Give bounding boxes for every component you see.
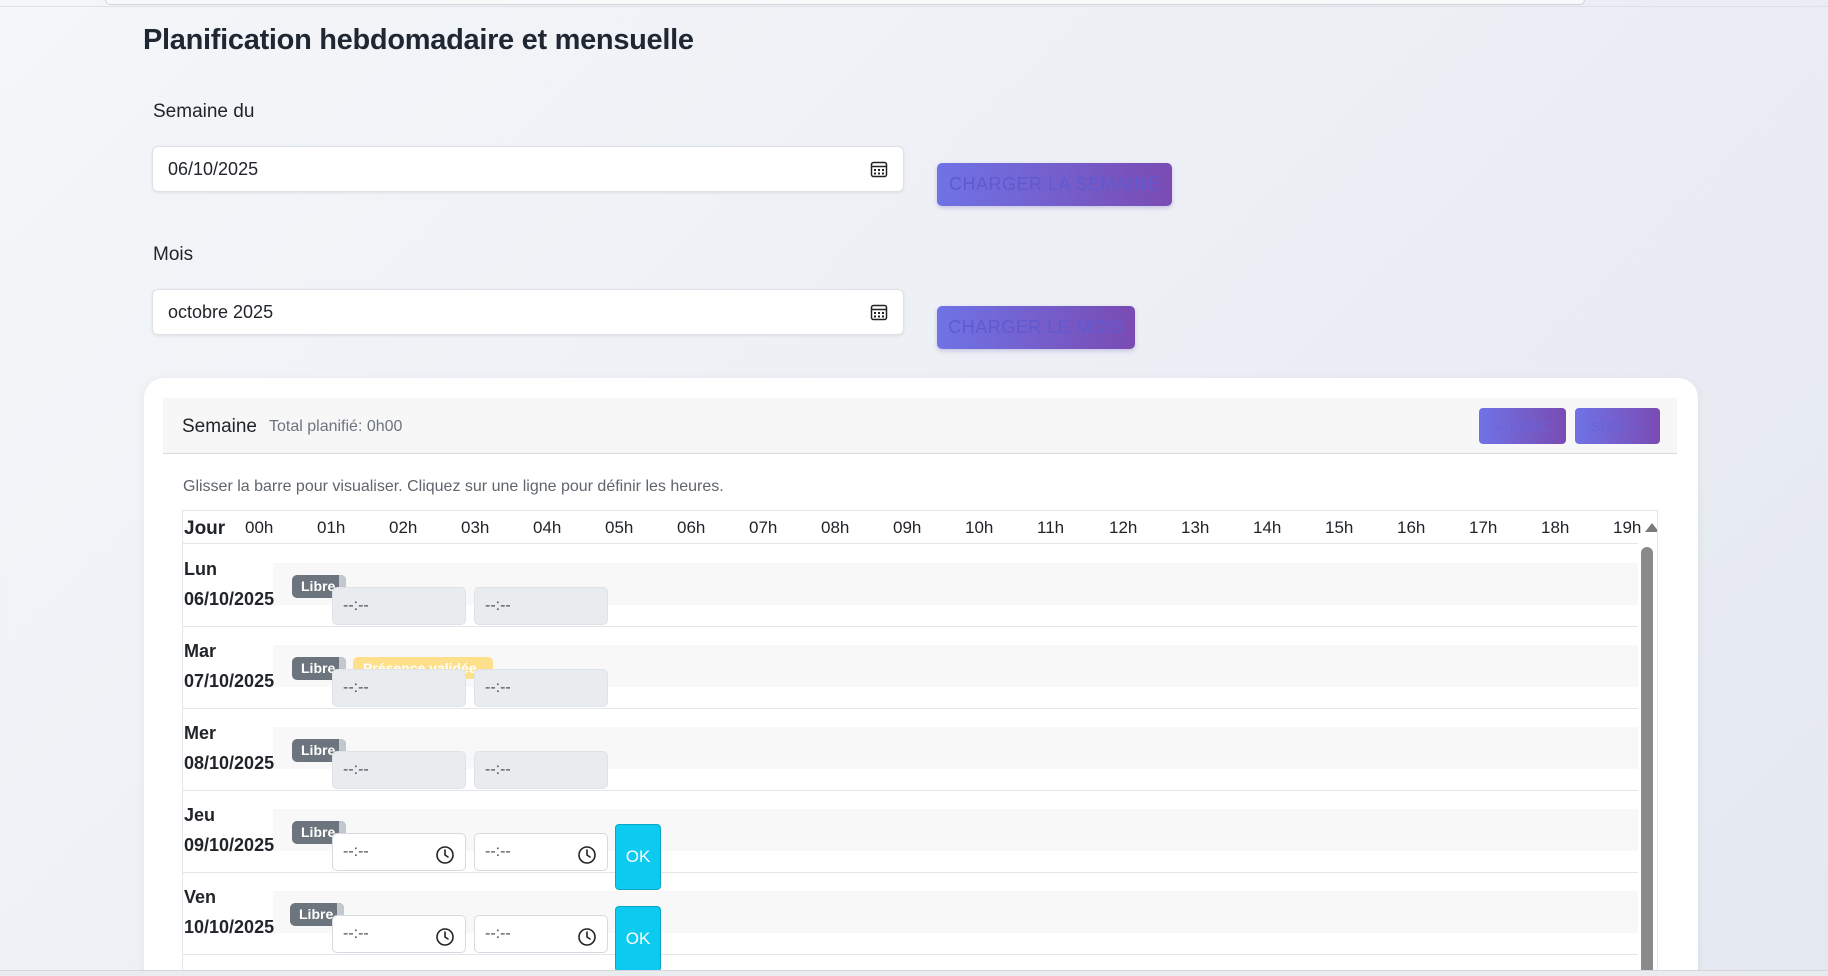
hour-label: 14h bbox=[1253, 518, 1282, 537]
end-time-input[interactable]: --:-- bbox=[474, 833, 608, 871]
end-time-input[interactable]: --:-- bbox=[474, 915, 608, 953]
day-row[interactable]: Lun 06/10/2025 Libre --:-- --:-- bbox=[183, 545, 1638, 627]
day-name: Mer bbox=[184, 723, 217, 743]
day-date: 10/10/2025 bbox=[184, 917, 275, 937]
end-time-input[interactable]: --:-- bbox=[474, 587, 608, 625]
hour-label: 17h bbox=[1469, 518, 1498, 537]
end-time-input[interactable]: --:-- bbox=[474, 669, 608, 707]
hour-label: 11h bbox=[1037, 518, 1065, 537]
timeline-hint: Glisser la barre pour visualiser. Clique… bbox=[183, 478, 724, 495]
day-row[interactable]: Mar 07/10/2025 Libre Présence validée --:-- -… bbox=[183, 627, 1638, 709]
end-time-value: --:-- bbox=[485, 679, 511, 696]
start-time-input[interactable]: --:-- bbox=[332, 751, 466, 789]
hour-label: 13h bbox=[1181, 518, 1210, 537]
hour-label: 05h bbox=[605, 518, 634, 537]
end-time-value: --:-- bbox=[485, 597, 511, 614]
day-date: 09/10/2025 bbox=[184, 835, 275, 855]
week-date-value: 06/10/2025 bbox=[168, 158, 259, 179]
week-date-input[interactable]: 06/10/2025 bbox=[152, 146, 904, 192]
timeline-header: Jour 00h 01h 02h 03h 04h 05h 06h 07h 08h 09h 10h 11… bbox=[183, 511, 1642, 544]
start-time-value: --:-- bbox=[343, 843, 369, 860]
load-month-button[interactable]: CHARGER LE MOIS bbox=[937, 306, 1135, 349]
week-label: Semaine du bbox=[153, 101, 255, 122]
hour-label: 03h bbox=[461, 518, 490, 537]
clock-icon[interactable] bbox=[435, 843, 455, 864]
day-date: 08/10/2025 bbox=[184, 753, 275, 773]
month-label: Mois bbox=[153, 244, 194, 265]
day-date: 06/10/2025 bbox=[184, 589, 275, 609]
hour-label: 00h bbox=[245, 518, 274, 537]
page-title: Planification hebdomadaire et mensuelle bbox=[143, 24, 694, 56]
start-time-value: --:-- bbox=[343, 597, 369, 614]
next-week-button[interactable]: SUIV. → bbox=[1575, 408, 1660, 444]
day-name: Jeu bbox=[184, 805, 216, 825]
clock-icon[interactable] bbox=[435, 925, 455, 946]
week-card-title: Semaine bbox=[182, 416, 257, 437]
end-time-input[interactable]: --:-- bbox=[474, 751, 608, 789]
clock-icon[interactable] bbox=[577, 925, 597, 946]
start-time-value: --:-- bbox=[343, 925, 369, 942]
week-timeline[interactable]: Jour 00h 01h 02h 03h 04h 05h 06h 07h 08h 09h 10h 11… bbox=[182, 510, 1658, 976]
day-row[interactable]: Mer 08/10/2025 Libre --:-- --:-- bbox=[183, 709, 1638, 791]
load-week-button[interactable]: CHARGER LA SEMAINE bbox=[937, 163, 1172, 206]
day-name: Lun bbox=[184, 559, 217, 579]
start-time-input[interactable]: --:-- bbox=[332, 587, 466, 625]
hour-label: 06h bbox=[677, 518, 706, 537]
prev-week-button[interactable]: ← PRÉC. bbox=[1479, 408, 1566, 444]
start-time-input[interactable]: --:-- bbox=[332, 833, 466, 871]
hour-label: 12h bbox=[1109, 518, 1138, 537]
day-name: Mar bbox=[184, 641, 217, 661]
week-card-header: Semaine Total planifié: 0h00 ← PRÉC. SUI… bbox=[163, 398, 1677, 454]
hour-label: 08h bbox=[821, 518, 850, 537]
bottom-divider bbox=[0, 970, 1828, 976]
hour-label: 19h bbox=[1613, 518, 1642, 537]
hour-label: 16h bbox=[1397, 518, 1426, 537]
hour-label: 01h bbox=[317, 518, 346, 537]
start-time-value: --:-- bbox=[343, 679, 369, 696]
hour-label: 10h bbox=[965, 518, 994, 537]
hour-label: 07h bbox=[749, 518, 778, 537]
hour-label: 09h bbox=[893, 518, 922, 537]
scrollbar-thumb[interactable] bbox=[1641, 547, 1653, 975]
day-date: 07/10/2025 bbox=[184, 671, 275, 691]
start-time-value: --:-- bbox=[343, 761, 369, 778]
end-time-value: --:-- bbox=[485, 843, 511, 860]
browser-top-strip bbox=[105, 0, 1585, 5]
hour-label: 04h bbox=[533, 518, 562, 537]
hour-label: 02h bbox=[389, 518, 418, 537]
end-time-value: --:-- bbox=[485, 761, 511, 778]
month-value: octobre 2025 bbox=[168, 301, 274, 322]
week-total: Total planifié: 0h00 bbox=[269, 418, 403, 435]
day-column-header: Jour bbox=[184, 518, 226, 539]
hour-label: 15h bbox=[1325, 518, 1354, 537]
hour-label: 18h bbox=[1541, 518, 1570, 537]
calendar-icon[interactable] bbox=[870, 160, 888, 178]
top-divider bbox=[0, 6, 1828, 7]
day-name: Ven bbox=[184, 887, 217, 907]
confirm-ok-button[interactable]: OK bbox=[615, 906, 661, 972]
scroll-up-arrow[interactable] bbox=[1645, 523, 1657, 532]
calendar-icon[interactable] bbox=[870, 303, 888, 321]
end-time-value: --:-- bbox=[485, 925, 511, 942]
month-input[interactable]: octobre 2025 bbox=[152, 289, 904, 335]
clock-icon[interactable] bbox=[577, 843, 597, 864]
day-row[interactable]: Ven 10/10/2025 Libre --:-- --:-- OK bbox=[183, 873, 1638, 972]
day-row[interactable]: Jeu 09/10/2025 Libre --:-- --:-- OK bbox=[183, 791, 1638, 890]
start-time-input[interactable]: --:-- bbox=[332, 669, 466, 707]
start-time-input[interactable]: --:-- bbox=[332, 915, 466, 953]
